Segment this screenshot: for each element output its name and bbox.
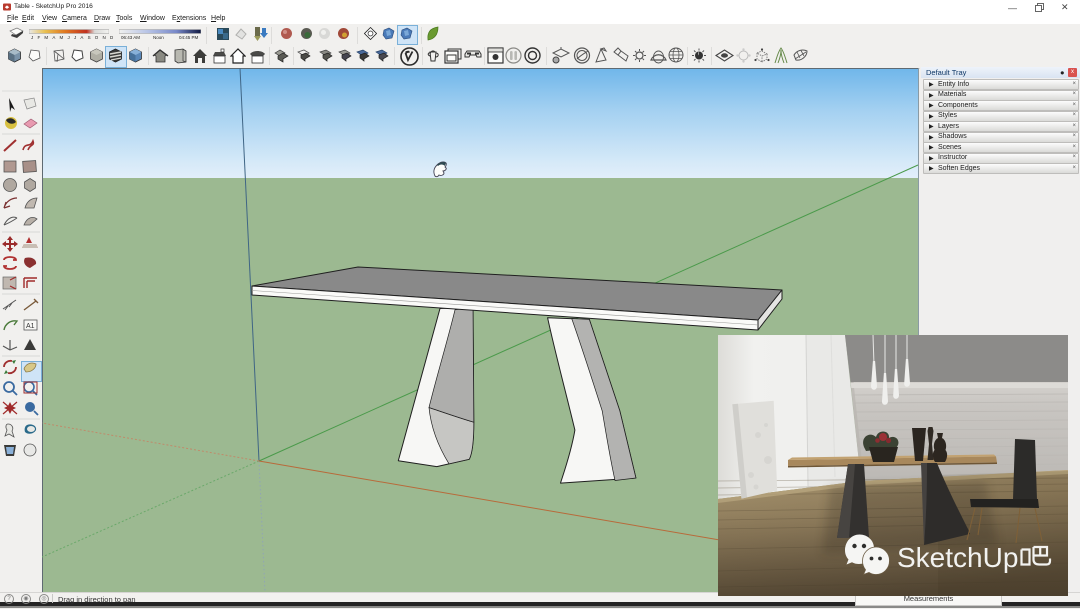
svg-text:A1: A1	[26, 323, 35, 330]
svg-text:SketchUp: SketchUp	[897, 542, 1018, 573]
